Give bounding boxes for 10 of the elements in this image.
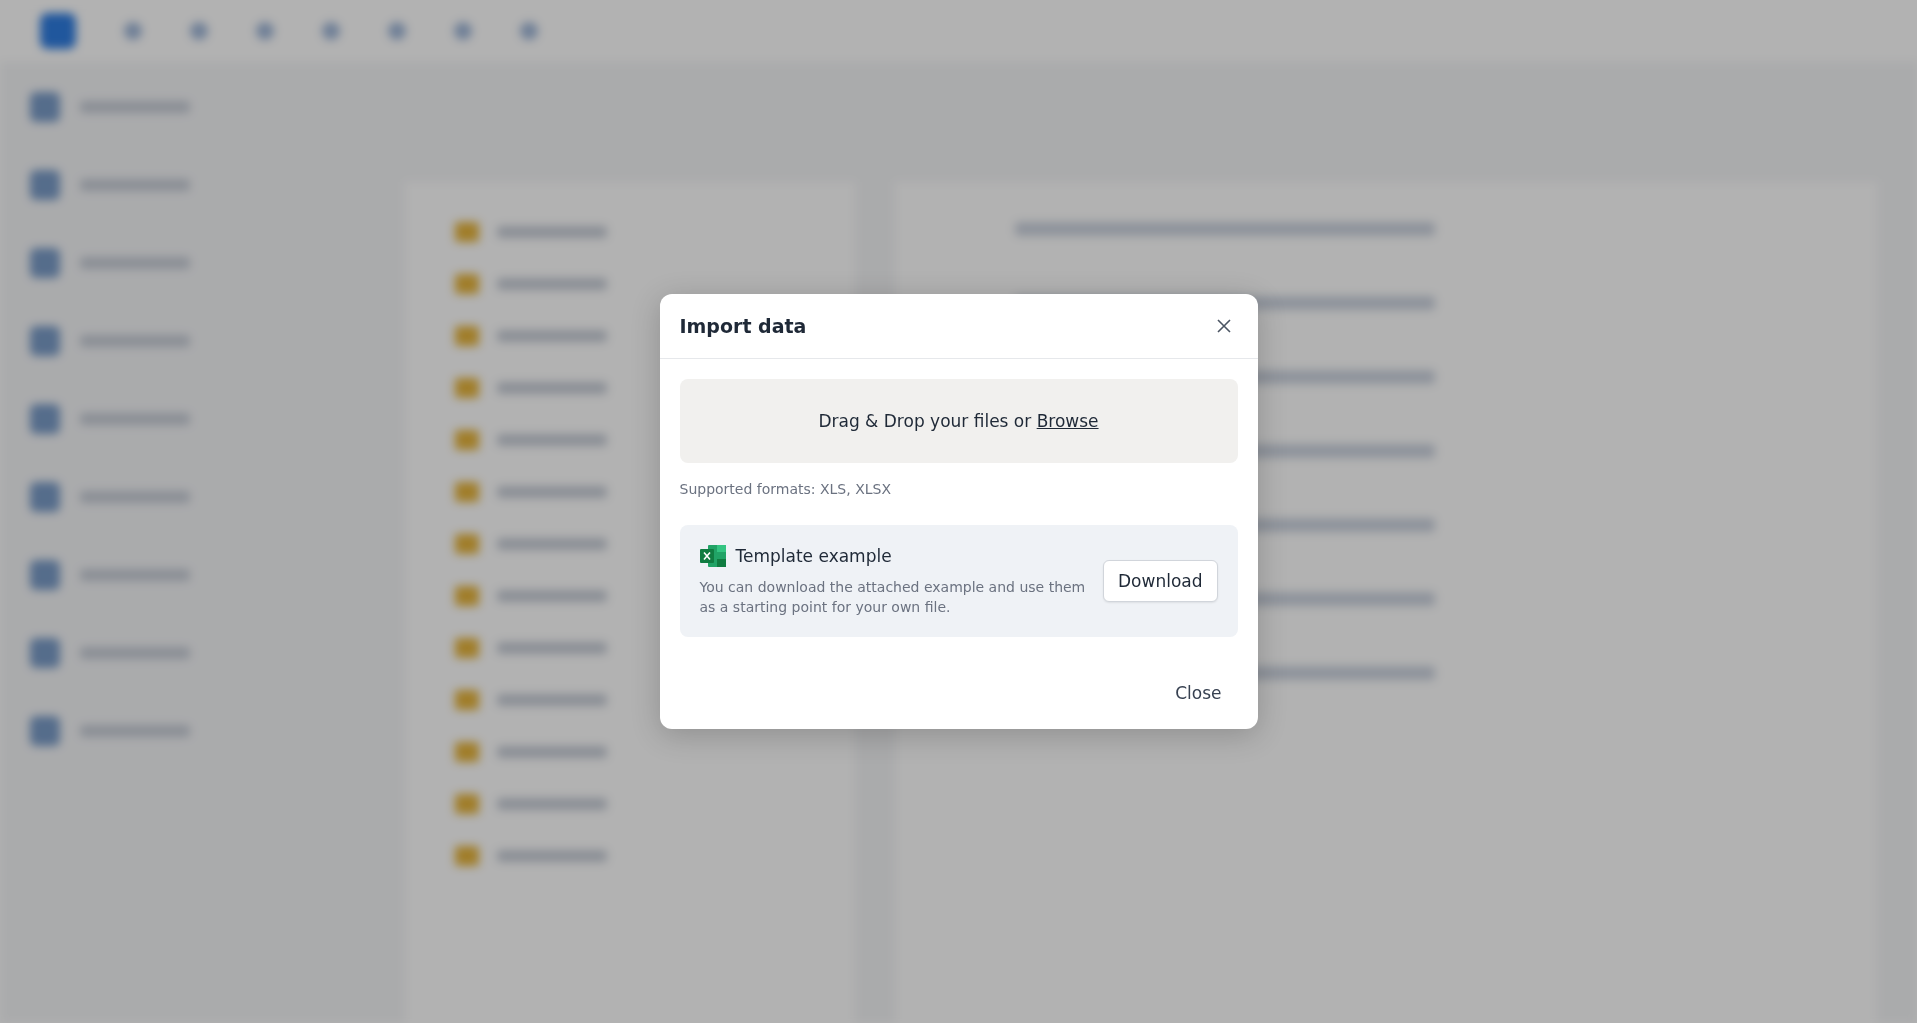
template-description: You can download the attached example and use them as a starting point for your own file. — [699, 578, 1087, 617]
spreadsheet-icon — [699, 545, 726, 567]
supported-formats-text: Supported formats: XLS, XLSX — [679, 481, 892, 497]
file-drop-zone[interactable]: Drag & Drop your files or Browse — [679, 379, 1238, 463]
close-button[interactable]: Close — [1159, 675, 1238, 711]
template-title: Template example — [735, 546, 892, 566]
download-button[interactable]: Download — [1103, 560, 1218, 602]
dialog-title: Import data — [679, 315, 807, 337]
drop-zone-text: Drag & Drop your files or — [818, 411, 1033, 431]
browse-link[interactable]: Browse — [1036, 411, 1099, 431]
